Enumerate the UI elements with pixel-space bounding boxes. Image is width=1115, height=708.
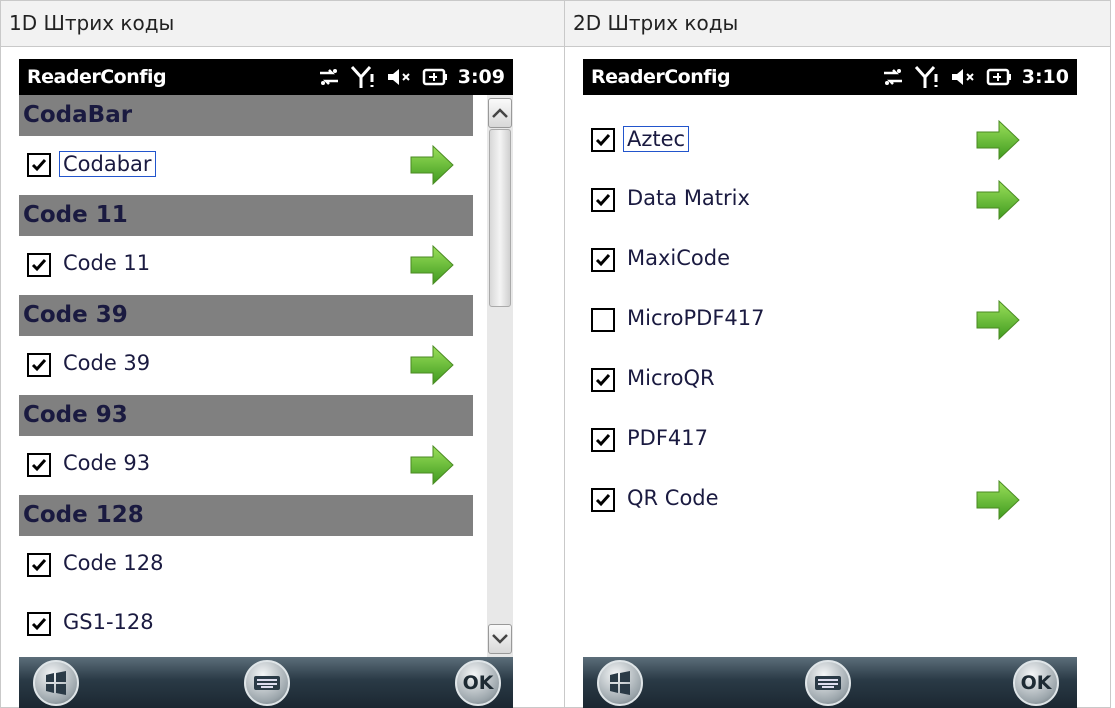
signal-icon (350, 65, 374, 88)
softkey-bar: OK (19, 657, 513, 708)
connectivity-icon (883, 69, 902, 85)
list-item[interactable]: Codabar (19, 136, 487, 194)
ok-button[interactable]: OK (1013, 660, 1059, 706)
checkbox[interactable] (27, 253, 51, 277)
checkbox[interactable] (591, 428, 615, 452)
clock: 3:10 (1021, 66, 1069, 88)
clock: 3:09 (457, 66, 505, 88)
checkbox[interactable] (591, 128, 615, 152)
signal-icon (914, 65, 938, 88)
status-bar: ReaderConfig 3:09 (19, 59, 513, 95)
list-item[interactable]: GS1-128 (19, 595, 487, 653)
item-label: MaxiCode (627, 246, 731, 270)
keyboard-button[interactable] (244, 660, 290, 706)
list-item[interactable]: Aztec (583, 111, 1077, 169)
settings-arrow-icon[interactable] (409, 144, 455, 186)
item-label: Data Matrix (627, 186, 750, 210)
item-label: GS1-128 (63, 610, 154, 634)
phone-screen-2d: ReaderConfig 3:10 Aztec Data Matrix MaxiCo… (583, 59, 1077, 708)
checkbox[interactable] (27, 153, 51, 177)
start-button[interactable] (33, 660, 79, 706)
battery-icon (422, 68, 447, 86)
item-label: Code 11 (63, 251, 151, 275)
item-label: Code 128 (63, 551, 164, 575)
list-item[interactable]: MicroPDF417 (583, 291, 1077, 349)
scroll-up-button[interactable] (488, 98, 512, 128)
section-header: CodaBar (19, 95, 473, 136)
cell-1d: ReaderConfig 3:09 CodaBar Codabar Code 11 C… (0, 46, 565, 708)
connectivity-icon (319, 69, 338, 85)
list-item[interactable]: QR Code (583, 471, 1077, 529)
section-header: Code 39 (19, 295, 473, 336)
checkbox[interactable] (591, 368, 615, 392)
scrollbar-thumb[interactable] (489, 129, 511, 307)
column-header-1d: 1D Штрих коды (0, 0, 565, 47)
checkbox[interactable] (591, 308, 615, 332)
comparison-table: 1D Штрих коды 2D Штрих коды ReaderConfig… (0, 0, 1111, 708)
item-label: QR Code (627, 486, 719, 510)
list-item[interactable]: Code 11 (19, 236, 487, 294)
barcode-list-1d: CodaBar Codabar Code 11 Code 11 Code 39 Code … (19, 95, 513, 657)
list-item[interactable]: PDF417 (583, 411, 1077, 469)
softkey-bar: OK (583, 657, 1077, 708)
settings-arrow-icon[interactable] (975, 479, 1021, 521)
checkbox[interactable] (27, 353, 51, 377)
app-title: ReaderConfig (27, 66, 167, 88)
item-label: PDF417 (627, 426, 708, 450)
item-label: Codabar (59, 151, 156, 177)
ok-button[interactable]: OK (455, 660, 501, 706)
keyboard-icon (815, 676, 841, 690)
list-item[interactable]: Code 39 (19, 336, 487, 394)
phone-screen-1d: ReaderConfig 3:09 CodaBar Codabar Code 11 C… (19, 59, 513, 708)
scrollbar[interactable] (487, 95, 513, 657)
item-label: MicroQR (627, 366, 715, 390)
checkbox[interactable] (27, 453, 51, 477)
section-header: Code 11 (19, 195, 473, 236)
windows-start-icon (46, 671, 66, 695)
app-title: ReaderConfig (591, 66, 731, 88)
settings-arrow-icon[interactable] (409, 344, 455, 386)
windows-start-icon (610, 671, 630, 695)
checkbox[interactable] (591, 188, 615, 212)
section-header: Code 93 (19, 395, 473, 436)
list-item[interactable]: MaxiCode (583, 231, 1077, 289)
settings-arrow-icon[interactable] (409, 444, 455, 486)
section-header: Code 128 (19, 495, 473, 536)
checkbox[interactable] (27, 612, 51, 636)
keyboard-icon (254, 676, 280, 690)
start-button[interactable] (597, 660, 643, 706)
settings-arrow-icon[interactable] (975, 179, 1021, 221)
battery-icon (986, 68, 1011, 86)
list-item[interactable]: Code 128 (19, 536, 487, 594)
checkbox[interactable] (27, 553, 51, 577)
status-bar: ReaderConfig 3:10 (583, 59, 1077, 95)
column-header-2d: 2D Штрих коды (564, 0, 1111, 47)
item-label: MicroPDF417 (627, 306, 765, 330)
volume-muted-icon (387, 69, 410, 85)
list-item[interactable]: Code 93 (19, 436, 487, 494)
item-label: Aztec (623, 126, 690, 152)
settings-arrow-icon[interactable] (975, 119, 1021, 161)
item-label: Code 39 (63, 351, 151, 375)
scroll-down-button[interactable] (488, 624, 512, 654)
volume-muted-icon (951, 69, 974, 85)
keyboard-button[interactable] (805, 660, 851, 706)
barcode-list-2d: Aztec Data Matrix MaxiCode MicroPDF417 Micro… (583, 95, 1077, 657)
item-label: Code 93 (63, 451, 151, 475)
list-item[interactable]: Data Matrix (583, 171, 1077, 229)
cell-2d: ReaderConfig 3:10 Aztec Data Matrix MaxiCo… (564, 46, 1111, 708)
checkbox[interactable] (591, 248, 615, 272)
settings-arrow-icon[interactable] (975, 299, 1021, 341)
settings-arrow-icon[interactable] (409, 244, 455, 286)
checkbox[interactable] (591, 488, 615, 512)
list-item[interactable]: MicroQR (583, 351, 1077, 409)
